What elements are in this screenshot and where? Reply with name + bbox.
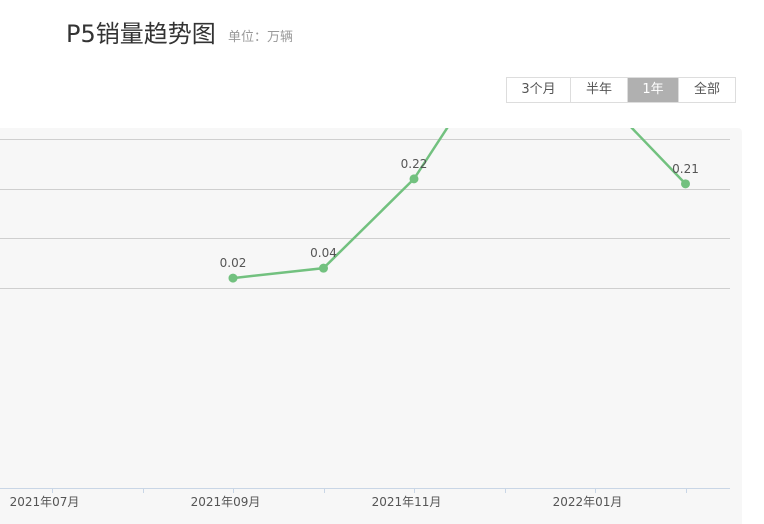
data-point xyxy=(681,179,690,189)
tab-1-year[interactable]: 1年 xyxy=(628,78,679,102)
tab-3-months[interactable]: 3个月 xyxy=(507,78,571,102)
data-label: 0.04 xyxy=(310,246,337,260)
tab-all[interactable]: 全部 xyxy=(679,78,735,102)
chart-panel: 2021年07月 2021年09月 2021年11月 2022年01月 0.02 0.04… xyxy=(0,128,742,524)
x-tick-label: 2021年07月 xyxy=(10,495,80,509)
range-tabs: 3个月 半年 1年 全部 xyxy=(506,77,736,103)
x-tick-label: 2022年01月 xyxy=(553,495,623,509)
unit-label: 单位：万辆 xyxy=(228,30,294,45)
tab-half-year[interactable]: 半年 xyxy=(571,78,628,102)
series-line xyxy=(232,128,687,280)
data-label: 0.21 xyxy=(672,162,699,176)
data-point xyxy=(228,273,238,283)
data-point xyxy=(319,263,328,273)
data-point xyxy=(409,174,419,184)
data-label: 0.22 xyxy=(401,157,428,171)
chart-title: P5销量趋势图 xyxy=(66,20,216,48)
line-chart: 2021年07月 2021年09月 2021年11月 2022年01月 0.02 0.04… xyxy=(0,128,730,509)
data-label: 0.02 xyxy=(220,256,247,270)
x-tick-label: 2021年11月 xyxy=(372,495,442,509)
x-tick-label: 2021年09月 xyxy=(191,495,261,509)
